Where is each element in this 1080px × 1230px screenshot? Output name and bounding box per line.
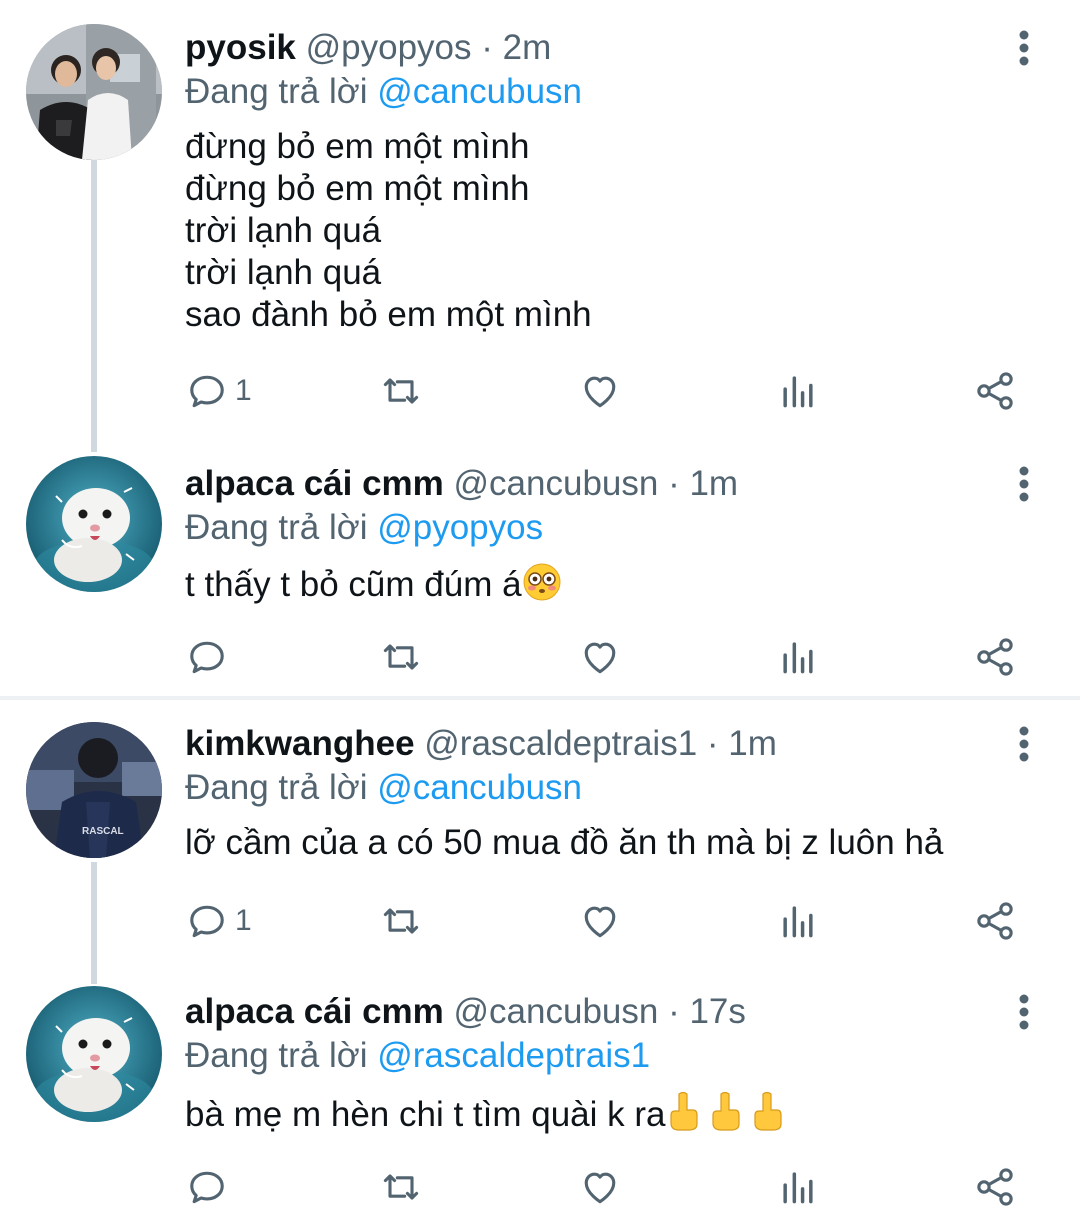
tweet-actions (185, 1162, 1025, 1212)
display-name[interactable]: kimkwanghee (185, 724, 415, 763)
retweet-button[interactable] (379, 366, 423, 416)
display-name[interactable]: alpaca cái cmm (185, 992, 444, 1031)
reply-icon (190, 905, 224, 938)
replying-to-label: Đang trả lời (185, 72, 368, 111)
share-button[interactable] (973, 896, 1017, 946)
like-button[interactable] (578, 632, 622, 682)
more-icon[interactable] (1004, 464, 1044, 504)
more-icon[interactable] (1004, 724, 1044, 764)
avatar[interactable] (26, 986, 162, 1122)
share-icon (977, 638, 1013, 676)
like-icon (584, 642, 616, 674)
tweet[interactable]: pyosik @pyopyos · 2m Đang trả lời @cancu… (0, 0, 1080, 440)
avatar[interactable] (26, 456, 162, 592)
replying-to-label: Đang trả lời (185, 508, 368, 547)
retweet-button[interactable] (379, 632, 423, 682)
reply-count: 1 (235, 374, 252, 407)
tweet-text-body: t thấy t bỏ cũm đúm á (185, 565, 522, 604)
analytics-button[interactable] (776, 632, 820, 682)
reply-button[interactable]: 1 (185, 366, 252, 416)
replying-to: Đang trả lời @cancubusn (185, 70, 1080, 114)
tweet-header: pyosik @pyopyos · 2m (185, 26, 1080, 70)
flushed-face-emoji (522, 562, 562, 612)
display-name[interactable]: alpaca cái cmm (185, 464, 444, 503)
timestamp[interactable]: · 2m (481, 28, 551, 67)
tweet-header: alpaca cái cmm @cancubusn · 17s (185, 990, 1080, 1034)
reply-button[interactable] (185, 1162, 235, 1212)
more-icon[interactable] (1004, 992, 1044, 1032)
reply-icon (190, 375, 224, 408)
replying-to-label: Đang trả lời (185, 1036, 368, 1075)
timestamp[interactable]: · 1m (707, 724, 777, 763)
mention-link[interactable]: @cancubusn (377, 72, 582, 111)
mention-link[interactable]: @cancubusn (377, 768, 582, 807)
reply-count: 1 (235, 904, 252, 937)
reply-icon (190, 641, 224, 674)
timestamp[interactable]: · 1m (668, 464, 738, 503)
replying-to: Đang trả lời @rascaldeptrais1 (185, 1034, 1080, 1078)
analytics-icon (783, 642, 813, 674)
tweet[interactable]: RASCAL kimkwanghee @rascaldeptrais1 · 1m… (0, 700, 1080, 968)
handle[interactable]: @pyopyos (306, 28, 472, 67)
analytics-button[interactable] (776, 896, 820, 946)
more-icon[interactable] (1004, 28, 1044, 68)
tweet-actions: 1 (185, 896, 1025, 946)
share-button[interactable] (973, 632, 1017, 682)
tweet-actions (185, 632, 1025, 682)
replying-to: Đang trả lời @pyopyos (185, 506, 1080, 550)
timestamp[interactable]: · 17s (668, 992, 746, 1031)
retweet-icon (383, 1174, 419, 1200)
like-button[interactable] (578, 1162, 622, 1212)
tweet-header: kimkwanghee @rascaldeptrais1 · 1m (185, 722, 1080, 766)
analytics-icon (783, 1172, 813, 1204)
tweet-header: alpaca cái cmm @cancubusn · 1m (185, 462, 1080, 506)
share-icon (977, 1168, 1013, 1206)
analytics-button[interactable] (776, 366, 820, 416)
retweet-button[interactable] (379, 896, 423, 946)
timeline: pyosik @pyopyos · 2m Đang trả lời @cancu… (0, 0, 1080, 1230)
analytics-icon (783, 376, 813, 408)
like-button[interactable] (578, 366, 622, 416)
share-button[interactable] (973, 366, 1017, 416)
handle[interactable]: @rascaldeptrais1 (424, 724, 697, 763)
tweet-text: t thấy t bỏ cũm đúm á (185, 562, 1080, 612)
tweet-actions: 1 (185, 366, 1025, 416)
tweet[interactable]: alpaca cái cmm @cancubusn · 17s Đang trả… (0, 968, 1080, 1230)
share-button[interactable] (973, 1162, 1017, 1212)
tweet-text: đừng bỏ em một mình đừng bỏ em một mình … (185, 127, 592, 334)
mention-link[interactable]: @rascaldeptrais1 (377, 1036, 650, 1075)
reply-button[interactable] (185, 632, 235, 682)
tweet-text: bà mẹ m hèn chi t tìm quài k ra (185, 1090, 1080, 1142)
retweet-button[interactable] (379, 1162, 423, 1212)
share-icon (977, 372, 1013, 410)
like-icon (584, 376, 616, 408)
retweet-icon (383, 644, 419, 670)
tweet-text: lỡ cầm của a có 50 mua đồ ăn th mà bị z … (185, 823, 944, 862)
handle[interactable]: @cancubusn (454, 464, 659, 503)
retweet-icon (383, 908, 419, 934)
tweet-text-body: bà mẹ m hèn chi t tìm quài k ra (185, 1095, 666, 1134)
like-icon (584, 1172, 616, 1204)
analytics-button[interactable] (776, 1162, 820, 1212)
replying-to-label: Đang trả lời (185, 768, 368, 807)
mention-link[interactable]: @pyopyos (377, 508, 543, 547)
display-name[interactable]: pyosik (185, 28, 296, 67)
tweet[interactable]: alpaca cái cmm @cancubusn · 1m Đang trả … (0, 440, 1080, 696)
reply-button[interactable]: 1 (185, 896, 252, 946)
middle-finger-emoji (665, 1090, 791, 1142)
replying-to: Đang trả lời @cancubusn (185, 766, 1080, 810)
avatar[interactable]: RASCAL (26, 722, 162, 858)
avatar[interactable] (26, 24, 162, 160)
jersey-text: RASCAL (82, 826, 124, 837)
share-icon (977, 902, 1013, 940)
like-button[interactable] (578, 896, 622, 946)
analytics-icon (783, 906, 813, 938)
like-icon (584, 906, 616, 938)
reply-icon (190, 1171, 224, 1204)
handle[interactable]: @cancubusn (454, 992, 659, 1031)
retweet-icon (383, 378, 419, 404)
